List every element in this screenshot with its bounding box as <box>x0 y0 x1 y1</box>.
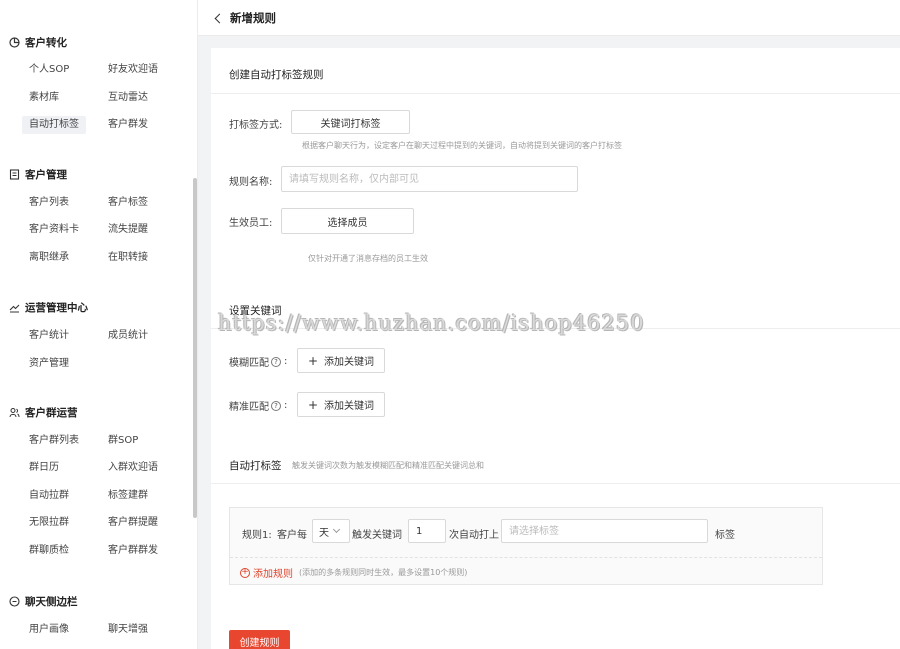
add-rule-button[interactable]: + 添加规则 (添加的多条规则同时生效，最多设置10个规则) <box>240 565 467 580</box>
chart-icon <box>8 37 20 49</box>
divider <box>211 93 900 94</box>
keyword-tag-method-button[interactable]: 关键词打标签 <box>291 110 410 134</box>
chat-icon <box>8 596 20 608</box>
sidebar-group-title: 客户管理 <box>8 167 67 182</box>
sidebar-item-customer-list[interactable]: 客户列表 <box>22 194 76 212</box>
trigger-label: 触发关键词 <box>352 530 402 541</box>
sidebar-item-group-reminder[interactable]: 客户群提醒 <box>101 514 165 532</box>
form-section-title: 创建自动打标签规则 <box>229 69 324 81</box>
help-icon[interactable]: ? <box>271 400 281 411</box>
sidebar: 客户转化 个人SOP 好友欢迎语 素材库 互动雷达 自动打标签 客户群发 客户管… <box>0 0 198 649</box>
period-unit-select[interactable]: 天 <box>312 519 350 543</box>
sidebar-item-customer-card[interactable]: 客户资料卡 <box>22 221 86 239</box>
sidebar-item-group-chat-qc[interactable]: 群聊质检 <box>22 542 76 560</box>
sidebar-item-personal-sop[interactable]: 个人SOP <box>22 61 76 79</box>
sidebar-item-group-broadcast[interactable]: 客户群群发 <box>101 542 165 560</box>
sidebar-group-title: 客户群运营 <box>8 405 78 420</box>
watermark-text: https://www.huzhan.com/ishop46250 <box>218 311 645 335</box>
auto-tag-hint: 触发关键词次数为触发模糊匹配和精准匹配关键词总和 <box>292 461 484 470</box>
sidebar-item-auto-tag[interactable]: 自动打标签 <box>22 116 86 134</box>
sidebar-item-welcome-message[interactable]: 好友欢迎语 <box>101 61 165 79</box>
sidebar-item-interaction-radar[interactable]: 互动雷达 <box>101 89 155 107</box>
rule-prefix: 规则1: <box>242 530 272 541</box>
chevron-left-icon <box>214 13 225 23</box>
tag-method-label: 打标签方式: <box>229 120 283 131</box>
sidebar-item-customer-broadcast[interactable]: 客户群发 <box>101 116 155 134</box>
sidebar-item-churn-alert[interactable]: 流失提醒 <box>101 221 155 239</box>
plus-circle-icon: + <box>240 567 250 578</box>
sidebar-group-title: 运营管理中心 <box>8 300 88 315</box>
sidebar-item-resigned-inherit[interactable]: 离职继承 <box>22 249 76 267</box>
sidebar-item-onjob-transfer[interactable]: 在职转接 <box>101 249 155 267</box>
page-title: 新增规则 <box>230 11 276 25</box>
sidebar-item-customer-stats[interactable]: 客户统计 <box>22 327 76 345</box>
sidebar-item-material-library[interactable]: 素材库 <box>22 89 66 107</box>
sidebar-item-group-sop[interactable]: 群SOP <box>101 432 145 450</box>
sidebar-item-tag-build-group[interactable]: 标签建群 <box>101 487 155 505</box>
sidebar-item-chat-enhance[interactable]: 聊天增强 <box>101 621 155 639</box>
tag-select-input[interactable] <box>501 519 708 543</box>
divider <box>230 557 822 558</box>
sidebar-item-auto-pull-group[interactable]: 自动拉群 <box>22 487 76 505</box>
rule-form-card: 创建自动打标签规则 打标签方式: 关键词打标签 根据客户聊天行为，设定客户在聊天… <box>211 48 900 649</box>
sidebar-group-title: 聊天侧边栏 <box>8 594 78 609</box>
sidebar-group-title: 客户转化 <box>8 35 67 50</box>
sidebar-item-customer-tags[interactable]: 客户标签 <box>101 194 155 212</box>
list-icon <box>8 169 20 181</box>
tag-suffix: 标签 <box>715 530 735 541</box>
plus-icon: + <box>307 353 319 368</box>
page-header: 新增规则 <box>198 0 900 36</box>
back-button[interactable]: 新增规则 <box>214 10 276 26</box>
staff-hint: 仅针对开通了消息存档的员工生效 <box>308 254 428 263</box>
exact-match-label: 精准匹配 ? : <box>229 400 288 413</box>
trigger-count-input[interactable]: 1 <box>408 519 446 543</box>
rule-name-input[interactable] <box>281 166 578 192</box>
rule-every-label: 客户每 <box>277 530 307 541</box>
add-rule-note: (添加的多条规则同时生效，最多设置10个规则) <box>299 568 468 577</box>
add-fuzzy-keyword-button[interactable]: + 添加关键词 <box>297 348 385 373</box>
trend-icon <box>8 302 20 314</box>
sidebar-item-unlimited-pull-group[interactable]: 无限拉群 <box>22 514 76 532</box>
fuzzy-match-label: 模糊匹配 ? : <box>229 356 288 369</box>
add-exact-keyword-button[interactable]: + 添加关键词 <box>297 392 385 417</box>
sidebar-item-asset-management[interactable]: 资产管理 <box>22 355 76 373</box>
chevron-down-icon <box>332 525 341 534</box>
divider <box>211 483 900 484</box>
help-icon[interactable]: ? <box>271 356 281 367</box>
sidebar-item-group-list[interactable]: 客户群列表 <box>22 432 86 450</box>
auto-tag-label: 次自动打上 <box>449 530 499 541</box>
create-rule-button[interactable]: 创建规则 <box>229 630 290 649</box>
sidebar-item-group-calendar[interactable]: 群日历 <box>22 459 66 477</box>
sidebar-item-member-stats[interactable]: 成员统计 <box>101 327 155 345</box>
select-members-button[interactable]: 选择成员 <box>281 208 414 234</box>
rule-row: 规则1: 客户每 天 触发关键词 1 次自动打上 标签 + 添加规则 (添加的多… <box>229 507 823 585</box>
plus-icon: + <box>307 397 319 412</box>
sidebar-item-user-profile[interactable]: 用户画像 <box>22 621 76 639</box>
tag-method-hint: 根据客户聊天行为，设定客户在聊天过程中提到的关键词，自动将提到关键词的客户打标签 <box>302 141 622 150</box>
group-icon <box>8 407 20 419</box>
rule-name-label: 规则名称: <box>229 177 273 188</box>
staff-label: 生效员工: <box>229 218 273 229</box>
sidebar-scrollbar[interactable] <box>193 178 197 518</box>
sidebar-item-group-welcome[interactable]: 入群欢迎语 <box>101 459 165 477</box>
auto-tag-title: 自动打标签 <box>229 460 282 472</box>
